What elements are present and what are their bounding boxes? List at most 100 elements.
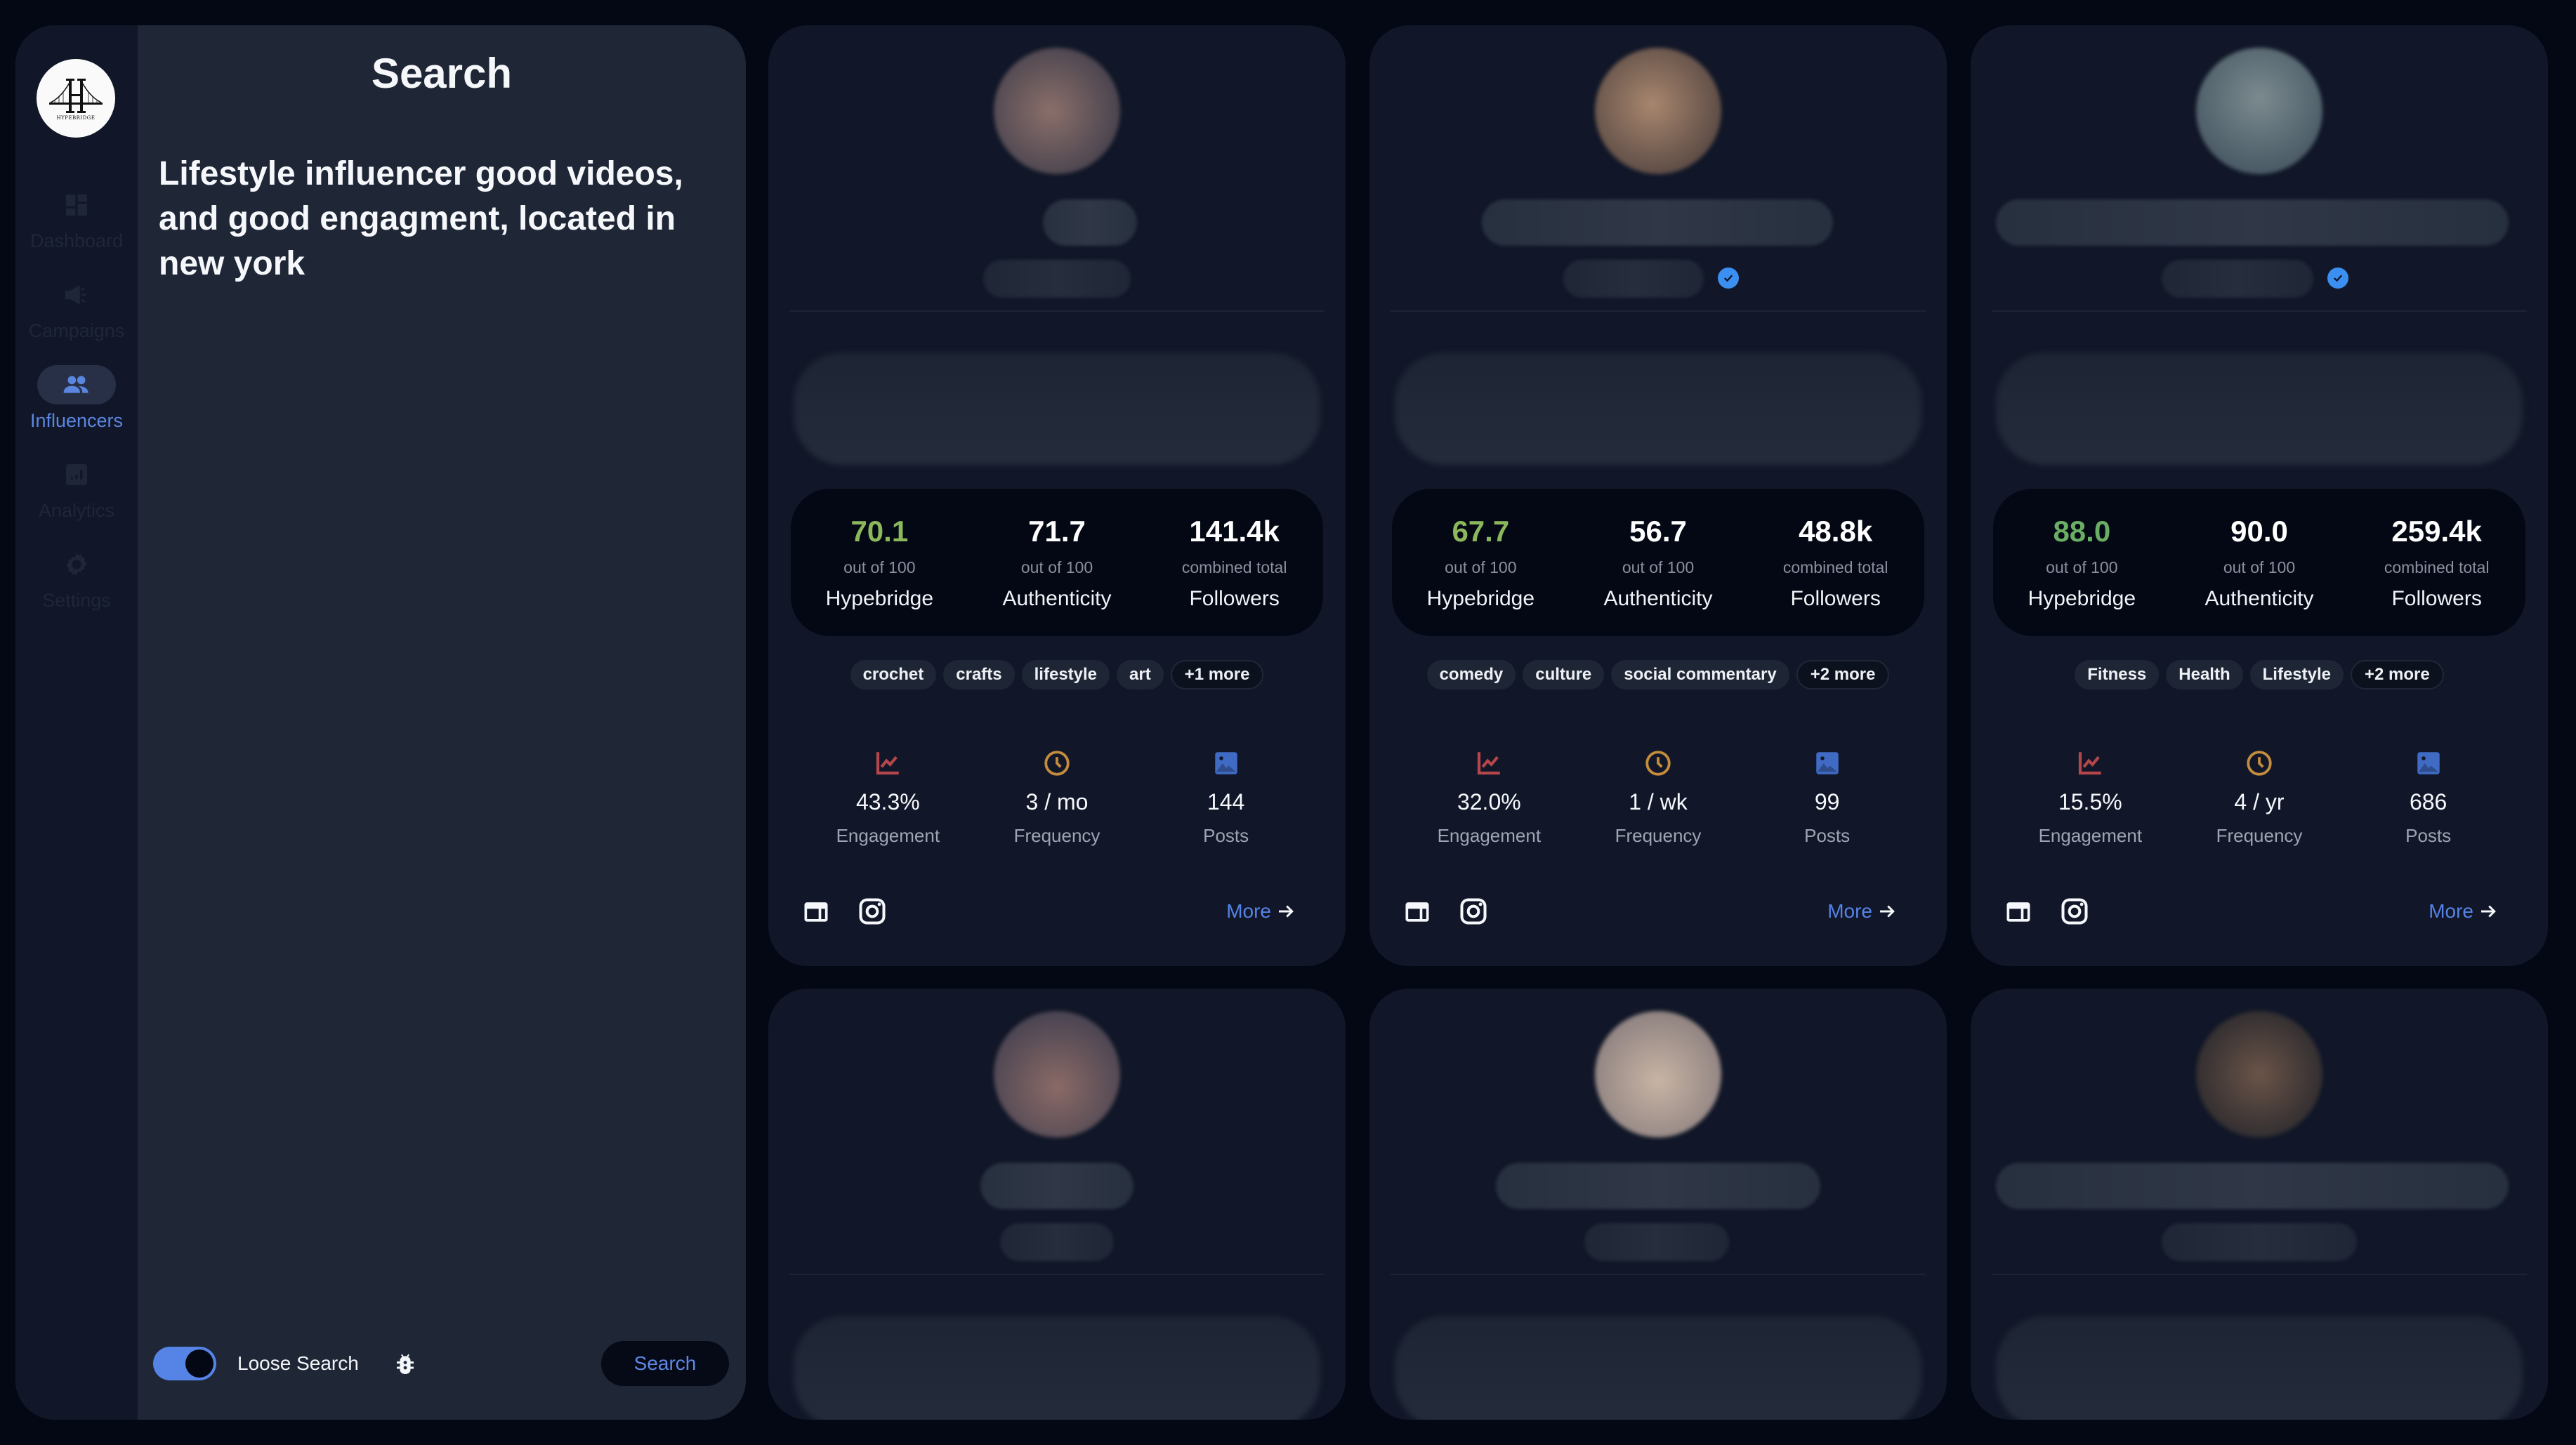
search-button[interactable]: Search (601, 1341, 729, 1386)
loose-search-toggle[interactable] (153, 1347, 216, 1380)
tag[interactable]: crochet (850, 660, 937, 689)
posts-value: 99 (1814, 789, 1840, 814)
verified-badge-icon (2327, 268, 2348, 289)
tag-list: crochet crafts lifestyle art +1 more (768, 660, 1346, 689)
nav-item-settings[interactable]: Settings (15, 545, 138, 612)
followers-value: 48.8k (1799, 514, 1873, 548)
gear-icon (66, 553, 87, 576)
stat-sub: combined total (1782, 557, 1888, 576)
hypebridge-score: 88.0 out of 100 Hypebridge (1994, 515, 2169, 611)
bio-redacted (794, 1316, 1320, 1420)
avatar (1595, 1011, 1721, 1137)
instagram-icon[interactable] (1458, 896, 1489, 927)
influencer-card[interactable] (768, 989, 1346, 1420)
tag[interactable]: Lifestyle (2249, 660, 2344, 689)
stat-label: Authenticity (1603, 586, 1713, 610)
nav-item-campaigns[interactable]: Campaigns (15, 275, 138, 342)
hypebridge-value: 70.1 (850, 514, 909, 548)
tag[interactable]: crafts (943, 660, 1015, 689)
tag[interactable]: comedy (1426, 660, 1516, 689)
stat-label: Hypebridge (825, 586, 934, 610)
search-query-input[interactable]: Lifestyle influencer good videos, and go… (159, 152, 721, 286)
nav-item-dashboard[interactable]: Dashboard (15, 185, 138, 252)
tag[interactable]: Fitness (2075, 660, 2160, 689)
tag[interactable]: social commentary (1611, 660, 1789, 689)
avatar (994, 1011, 1120, 1137)
bio-redacted (794, 352, 1320, 465)
posts-value: 686 (2409, 789, 2447, 814)
people-icon (63, 376, 88, 393)
metric-label: Engagement (1437, 825, 1542, 846)
influencer-card[interactable] (1369, 989, 1947, 1420)
more-tags-button[interactable]: +1 more (1170, 660, 1264, 689)
metric-label: Frequency (1013, 825, 1100, 846)
more-link[interactable]: More (2429, 900, 2499, 923)
influencer-name-redacted (1496, 1163, 1820, 1209)
bug-icon[interactable] (393, 1351, 418, 1376)
influencer-handle-redacted (1000, 1223, 1114, 1261)
profile-card-icon[interactable] (2003, 896, 2034, 927)
followers-count: 48.8k combined total Followers (1748, 515, 1924, 611)
arrow-right-icon (2481, 905, 2496, 918)
hypebridge-score: 67.7 out of 100 Hypebridge (1393, 515, 1568, 611)
more-tags-button[interactable]: +2 more (1796, 660, 1890, 689)
nav-rail: HYPEBRIDGE Dashboard Campaigns Influence… (15, 25, 138, 1420)
metrics-row: 32.0% Engagement 1 / wk Frequency 99 Pos… (1369, 748, 1947, 847)
profile-card-icon[interactable] (1402, 896, 1433, 927)
stat-sub: out of 100 (2046, 557, 2118, 576)
tag-list: Fitness Health Lifestyle +2 more (1971, 660, 2548, 689)
image-icon (1214, 752, 1237, 774)
tag[interactable]: culture (1523, 660, 1605, 689)
influencer-handle-redacted (1584, 1223, 1729, 1261)
tag[interactable]: Health (2166, 660, 2243, 689)
image-icon (1815, 752, 1839, 774)
tag[interactable]: lifestyle (1021, 660, 1110, 689)
stat-label: Followers (1790, 586, 1881, 610)
instagram-icon[interactable] (857, 896, 888, 927)
bio-redacted (1996, 352, 2523, 465)
more-link[interactable]: More (1827, 900, 1898, 923)
trend-chart-icon (1478, 752, 1501, 775)
authenticity-value: 56.7 (1629, 514, 1687, 548)
influencer-card[interactable]: 88.0 out of 100 Hypebridge 90.0 out of 1… (1971, 25, 2548, 966)
avatar (2196, 1011, 2322, 1137)
image-icon (2417, 752, 2440, 774)
instagram-icon[interactable] (2059, 896, 2090, 927)
metrics-row: 15.5% Engagement 4 / yr Frequency 686 Po… (1971, 748, 2548, 847)
tag-list: comedy culture social commentary +2 more (1369, 660, 1947, 689)
divider (1391, 310, 1926, 312)
stat-sub: out of 100 (1622, 557, 1695, 576)
influencer-card[interactable] (1971, 989, 2548, 1420)
clock-icon (2247, 751, 2272, 776)
more-tags-button[interactable]: +2 more (2351, 660, 2444, 689)
influencer-name-redacted (1043, 199, 1137, 246)
arrow-right-icon (1279, 905, 1294, 918)
hypebridge-logo[interactable]: HYPEBRIDGE (37, 59, 115, 138)
nav-item-analytics[interactable]: Analytics (15, 455, 138, 522)
bio-redacted (1395, 1316, 1921, 1420)
divider (1992, 310, 2527, 312)
divider (789, 310, 1325, 312)
posts-metric: 144 Posts (1143, 748, 1310, 847)
stat-label: Hypebridge (2028, 586, 2136, 610)
frequency-value: 4 / yr (2234, 789, 2285, 814)
influencer-card[interactable]: 67.7 out of 100 Hypebridge 56.7 out of 1… (1369, 25, 1947, 966)
arrow-right-icon (1880, 905, 1895, 918)
profile-card-icon[interactable] (801, 896, 832, 927)
tag[interactable]: art (1117, 660, 1164, 689)
nav-item-influencers[interactable]: Influencers (15, 365, 138, 432)
score-panel: 88.0 out of 100 Hypebridge 90.0 out of 1… (1993, 489, 2525, 636)
influencer-handle-redacted (1563, 260, 1704, 298)
card-footer: More (801, 893, 1296, 930)
card-footer: More (2003, 893, 2499, 930)
authenticity-score: 71.7 out of 100 Authenticity (969, 515, 1145, 611)
influencer-card[interactable]: 70.1 out of 100 Hypebridge 71.7 out of 1… (768, 25, 1346, 966)
metric-label: Posts (1804, 825, 1851, 846)
followers-value: 141.4k (1189, 514, 1280, 548)
divider (1992, 1274, 2527, 1275)
stat-sub: combined total (2384, 557, 2490, 576)
stat-sub: out of 100 (1020, 557, 1093, 576)
card-footer: More (1402, 893, 1898, 930)
authenticity-score: 56.7 out of 100 Authenticity (1570, 515, 1746, 611)
more-link[interactable]: More (1226, 900, 1296, 923)
